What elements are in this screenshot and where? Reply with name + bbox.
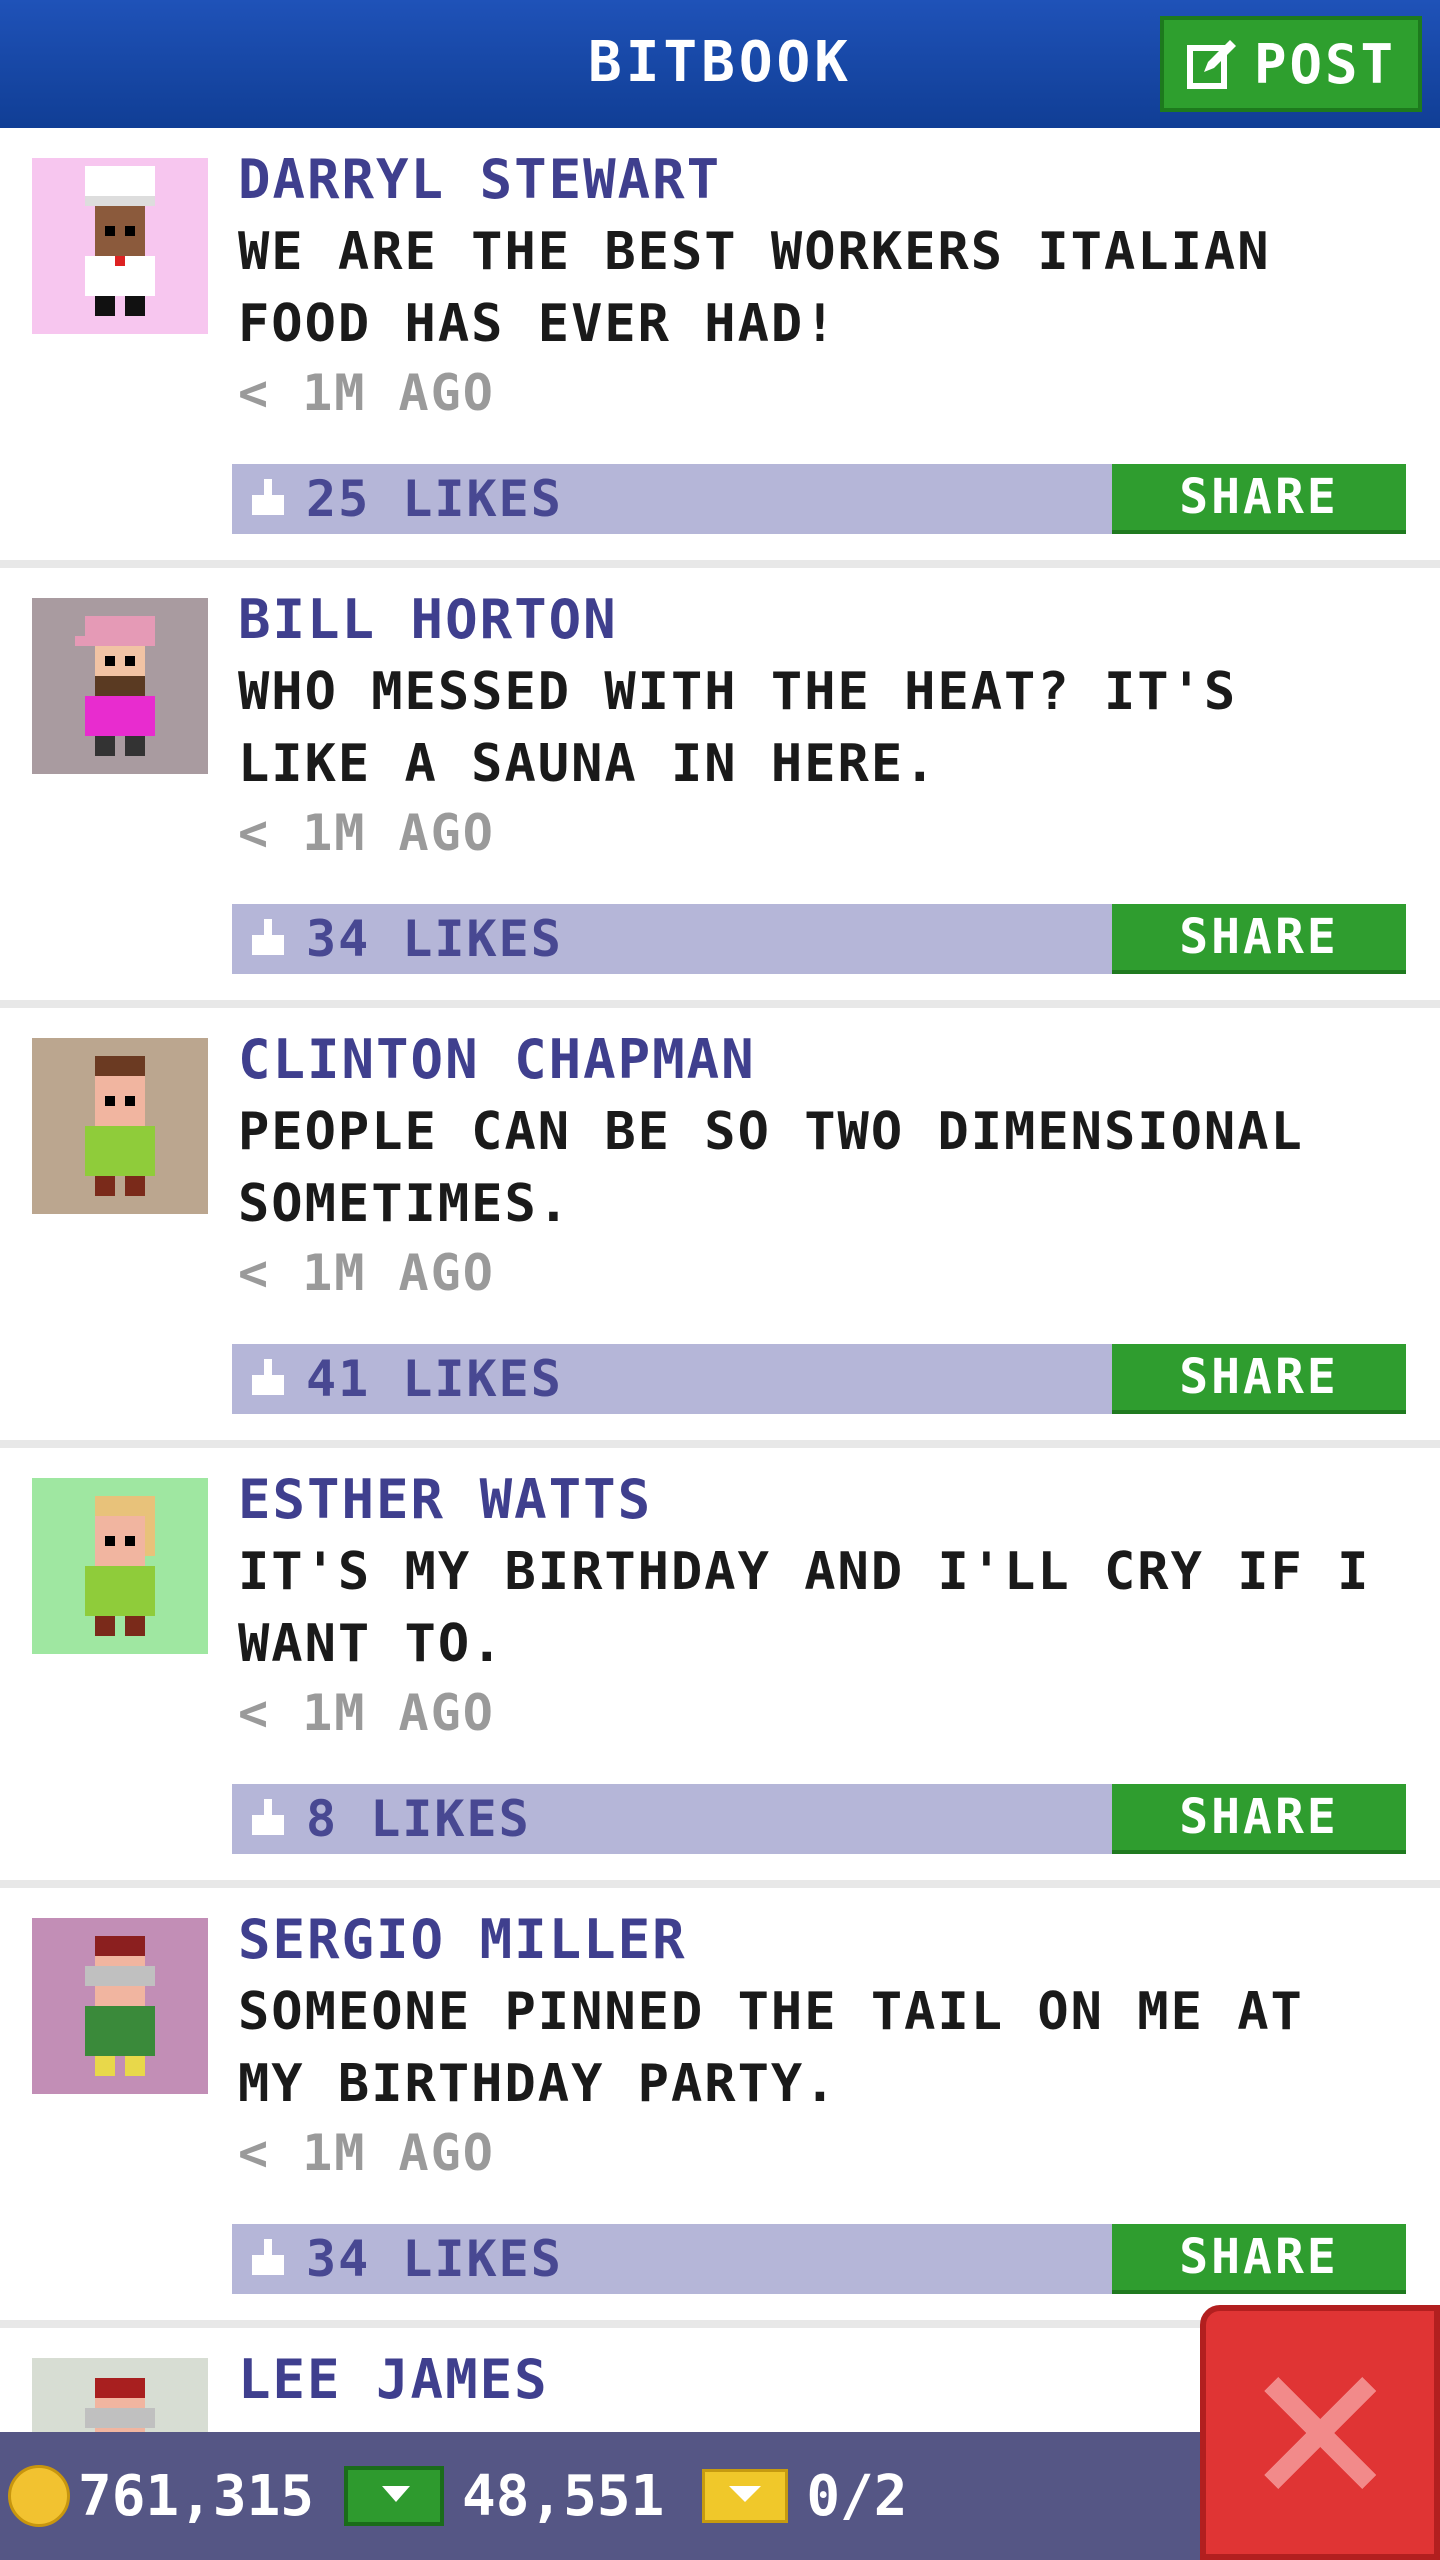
close-button[interactable]: [1200, 2305, 1440, 2560]
poster-name: BILL HORTON: [238, 588, 618, 651]
tickets-stat: 0/2: [664, 2464, 907, 2529]
post-time: < 1M AGO: [238, 804, 495, 862]
likes-bar[interactable]: 25 LIKES SHARE: [232, 464, 1406, 534]
edit-icon: [1186, 40, 1236, 89]
coins-value: 761,315: [78, 2463, 315, 2529]
feed-list[interactable]: DARRYL STEWART WE ARE THE BEST WORKERS I…: [0, 128, 1440, 2528]
post-message: IT'S MY BIRTHDAY AND I'LL CRY IF I WANT …: [238, 1542, 1371, 1674]
chef-avatar[interactable]: [32, 158, 208, 334]
feed-post: CLINTON CHAPMAN PEOPLE CAN BE SO TWO DIM…: [0, 1008, 1440, 1448]
likes-count: 25 LIKES: [306, 470, 563, 528]
post-message: WE ARE THE BEST WORKERS ITALIAN FOOD HAS…: [238, 222, 1271, 354]
likes-bar[interactable]: 8 LIKES SHARE: [232, 1784, 1406, 1854]
post-button[interactable]: POST: [1160, 16, 1422, 112]
bux-stat: 48,551: [314, 2464, 664, 2529]
likes-count: 41 LIKES: [306, 1350, 563, 1408]
feed-post: SERGIO MILLER SOMEONE PINNED THE TAIL ON…: [0, 1888, 1440, 2328]
tickets-value: 0/2: [806, 2463, 908, 2529]
coins-stat: 761,315: [0, 2464, 314, 2529]
share-button[interactable]: SHARE: [1112, 464, 1406, 534]
close-icon: [1264, 2376, 1376, 2489]
poster-name: SERGIO MILLER: [238, 1908, 687, 1971]
share-button[interactable]: SHARE: [1112, 1344, 1406, 1414]
bux-icon: [344, 2466, 445, 2526]
likes-count: 34 LIKES: [306, 910, 563, 968]
top-bar: BITBOOK POST: [0, 0, 1440, 130]
blonde-avatar[interactable]: [32, 1478, 208, 1654]
thumbs-up-icon: [252, 1799, 284, 1835]
poster-name: LEE JAMES: [238, 2348, 549, 2411]
thumbs-up-icon: [252, 479, 284, 515]
feed-post: DARRYL STEWART WE ARE THE BEST WORKERS I…: [0, 128, 1440, 568]
likes-bar[interactable]: 34 LIKES SHARE: [232, 2224, 1406, 2294]
person-avatar[interactable]: [32, 1038, 208, 1214]
bearded-cap-avatar[interactable]: [32, 598, 208, 774]
thumbs-up-icon: [252, 919, 284, 955]
thumbs-up-icon: [252, 2239, 284, 2275]
likes-count: 8 LIKES: [306, 1790, 531, 1848]
poster-name: ESTHER WATTS: [238, 1468, 653, 1531]
post-time: < 1M AGO: [238, 1244, 495, 1302]
poster-name: CLINTON CHAPMAN: [238, 1028, 756, 1091]
post-message: SOMEONE PINNED THE TAIL ON ME AT MY BIRT…: [238, 1982, 1304, 2114]
share-button[interactable]: SHARE: [1112, 1784, 1406, 1854]
likes-bar[interactable]: 34 LIKES SHARE: [232, 904, 1406, 974]
glasses-avatar[interactable]: [32, 1918, 208, 2094]
feed-post: ESTHER WATTS IT'S MY BIRTHDAY AND I'LL C…: [0, 1448, 1440, 1888]
ticket-icon: [702, 2469, 789, 2523]
likes-bar[interactable]: 41 LIKES SHARE: [232, 1344, 1406, 1414]
coin-icon: [8, 2465, 70, 2527]
share-button[interactable]: SHARE: [1112, 904, 1406, 974]
post-button-label: POST: [1253, 32, 1397, 96]
thumbs-up-icon: [252, 1359, 284, 1395]
post-time: < 1M AGO: [238, 1684, 495, 1742]
bux-value: 48,551: [462, 2463, 665, 2529]
poster-name: DARRYL STEWART: [238, 148, 722, 211]
feed-post: BILL HORTON WHO MESSED WITH THE HEAT? IT…: [0, 568, 1440, 1008]
post-message: PEOPLE CAN BE SO TWO DIMENSIONAL SOMETIM…: [238, 1102, 1304, 1234]
share-button[interactable]: SHARE: [1112, 2224, 1406, 2294]
post-time: < 1M AGO: [238, 2124, 495, 2182]
post-time: < 1M AGO: [238, 364, 495, 422]
likes-count: 34 LIKES: [306, 2230, 563, 2288]
post-message: WHO MESSED WITH THE HEAT? IT'S LIKE A SA…: [238, 662, 1238, 794]
